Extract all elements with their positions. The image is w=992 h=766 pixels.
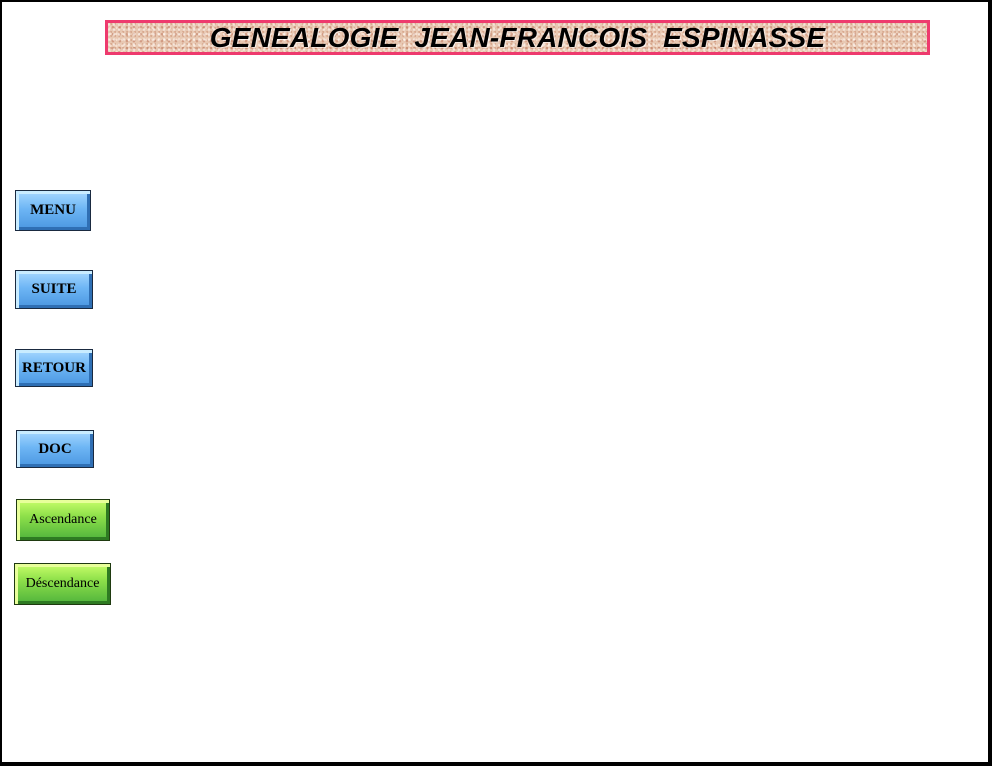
ascendance-button[interactable]: Ascendance	[16, 499, 110, 541]
suite-button-label: SUITE	[31, 281, 77, 297]
descendance-button-label: Déscendance	[25, 576, 100, 591]
suite-button[interactable]: SUITE	[15, 270, 93, 309]
doc-button[interactable]: DOC	[16, 430, 94, 468]
page-frame: GENEALOGIE JEAN-FRANCOIS ESPINASSE MENU …	[0, 0, 992, 766]
title-banner: GENEALOGIE JEAN-FRANCOIS ESPINASSE	[105, 20, 930, 55]
menu-button[interactable]: MENU	[15, 190, 91, 231]
retour-button-label: RETOUR	[22, 359, 86, 376]
descendance-button[interactable]: Déscendance	[14, 563, 111, 605]
ascendance-button-label: Ascendance	[29, 512, 97, 527]
doc-button-label: DOC	[38, 440, 72, 457]
retour-button[interactable]: RETOUR	[15, 349, 93, 387]
page-title: GENEALOGIE JEAN-FRANCOIS ESPINASSE	[209, 21, 826, 53]
menu-button-label: MENU	[30, 202, 76, 218]
